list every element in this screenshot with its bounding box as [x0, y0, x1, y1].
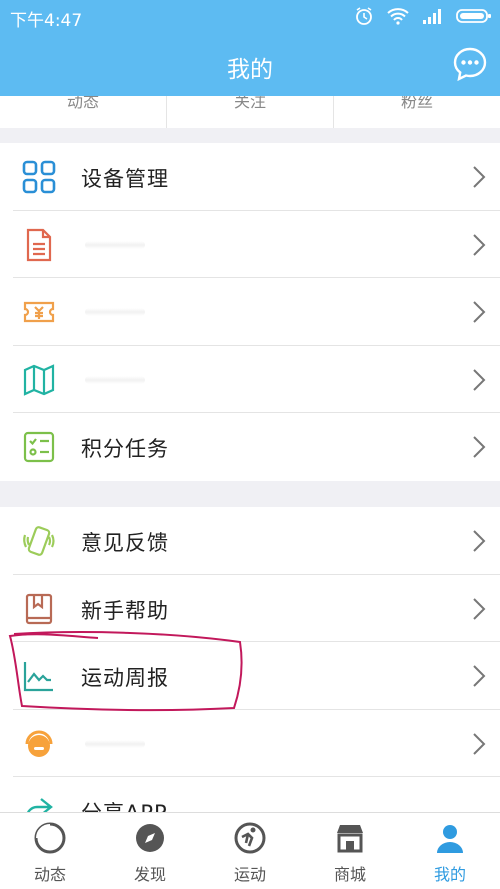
status-time: 下午4:47 [10, 11, 83, 31]
menu-item-share-app[interactable]: 分享APP [13, 777, 500, 817]
tab-label: 动态 [33, 865, 66, 884]
menu-group-account: 设备管理 积分任务 [0, 143, 500, 481]
page-title: 我的 [227, 57, 273, 83]
tab-label: 发现 [133, 865, 166, 884]
tab-shop[interactable]: 商城 [300, 813, 400, 889]
tab-feed[interactable]: 动态 [0, 813, 100, 889]
phone-vibrate-icon [23, 526, 55, 556]
menu-item-label: 设备管理 [81, 167, 169, 191]
alarm-icon [356, 7, 372, 25]
signal-icon [423, 9, 441, 24]
stat-followers[interactable]: 粉丝 [334, 96, 500, 128]
stat-posts[interactable]: 动态 [0, 96, 167, 128]
pulse-chart-icon [23, 662, 53, 692]
status-bar: 下午4:47 [0, 0, 500, 36]
grid-icon [22, 160, 56, 194]
menu-item-2[interactable] [13, 211, 500, 278]
menu-item-beginner-help[interactable]: 新手帮助 [13, 575, 500, 642]
bottom-tab-bar: 动态 发现 运动 商城 我的 [0, 812, 500, 889]
chevron-right-icon [473, 301, 486, 323]
chevron-right-icon [473, 368, 486, 391]
sport-icon [234, 822, 266, 854]
menu-item-label: 新手帮助 [81, 598, 169, 623]
chevron-right-icon [473, 732, 486, 755]
tab-discover[interactable]: 发现 [100, 813, 200, 889]
menu-item-3[interactable] [13, 278, 500, 346]
wifi-icon [387, 8, 409, 25]
menu-item-customer-service[interactable] [13, 710, 500, 777]
menu-item-feedback[interactable]: 意见反馈 [13, 507, 500, 575]
menu-item-label: 运动周报 [81, 666, 169, 690]
profile-stats: 动态 关注 粉丝 [0, 96, 500, 128]
chat-bubble-icon[interactable] [452, 46, 488, 82]
app-header: 我的 [0, 36, 500, 96]
menu-item-device-management[interactable]: 设备管理 [13, 143, 500, 211]
chevron-right-icon [473, 597, 486, 620]
map-icon [23, 363, 55, 396]
stat-following[interactable]: 关注 [167, 96, 334, 128]
tab-sport[interactable]: 运动 [200, 813, 300, 889]
menu-item-weekly-report[interactable]: 运动周报 [13, 642, 500, 710]
chevron-right-icon [473, 530, 486, 552]
compass-icon [136, 824, 164, 852]
chevron-right-icon [473, 436, 486, 458]
coupon-icon [23, 301, 55, 323]
checklist-icon [23, 431, 55, 463]
battery-icon [456, 9, 491, 23]
menu-group-support: 意见反馈 新手帮助 运动周报 分享APP [0, 507, 500, 817]
feed-icon [34, 822, 66, 854]
tab-label: 商城 [333, 865, 366, 884]
menu-item-4[interactable] [13, 346, 500, 413]
tab-me[interactable]: 我的 [400, 813, 500, 889]
menu-item-label: 意见反馈 [81, 531, 169, 555]
headset-icon [25, 730, 53, 757]
tab-label: 我的 [433, 865, 466, 884]
shop-icon [337, 825, 363, 853]
tab-label: 运动 [233, 865, 266, 884]
menu-item-points-tasks[interactable]: 积分任务 [13, 413, 500, 481]
chevron-right-icon [473, 665, 486, 687]
book-icon [25, 593, 53, 624]
chevron-right-icon [473, 233, 486, 256]
profile-icon [437, 825, 463, 853]
chevron-right-icon [473, 166, 486, 188]
document-icon [26, 228, 52, 261]
menu-item-label: 积分任务 [81, 437, 169, 461]
